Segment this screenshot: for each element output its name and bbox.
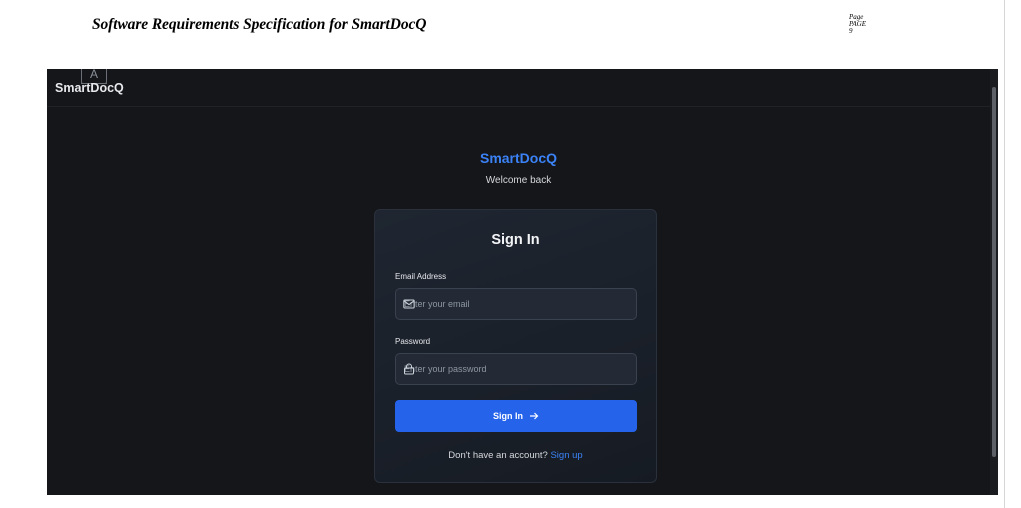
signin-button[interactable]: Sign In <box>395 400 637 432</box>
app-subtitle: Welcome back <box>485 175 552 186</box>
page-edge-rule <box>1004 0 1005 508</box>
no-account-text: Don't have an account? <box>448 450 548 461</box>
brand-name-link[interactable]: SmartDocQ <box>55 81 124 95</box>
signup-link[interactable]: Sign up <box>550 450 582 461</box>
lock-icon <box>404 363 414 375</box>
app-title: SmartDocQ <box>479 150 558 166</box>
document-header-title: Software Requirements Specification for … <box>92 16 427 33</box>
login-screenshot: A SmartDocQ SmartDocQ Welcome back Sign … <box>47 69 998 495</box>
password-input[interactable] <box>395 353 637 385</box>
page-field-number: 9 <box>849 27 853 35</box>
arrow-right-icon <box>530 412 539 420</box>
page-field-code: PAGE <box>849 20 866 28</box>
page-number-field: Page PAGE 9 <box>849 14 909 35</box>
password-label: Password <box>395 337 431 346</box>
email-input[interactable] <box>395 288 637 320</box>
signin-heading: Sign In <box>491 232 540 248</box>
scrollbar-thumb[interactable] <box>992 87 996 457</box>
signin-card: Sign In Email Address Password Sign In D… <box>374 209 657 483</box>
signin-button-label: Sign In <box>493 411 523 421</box>
signup-prompt: Don't have an account? Sign up <box>375 450 656 461</box>
email-label: Email Address <box>395 272 447 281</box>
mail-icon <box>403 299 415 309</box>
top-navbar: A SmartDocQ <box>47 69 990 107</box>
